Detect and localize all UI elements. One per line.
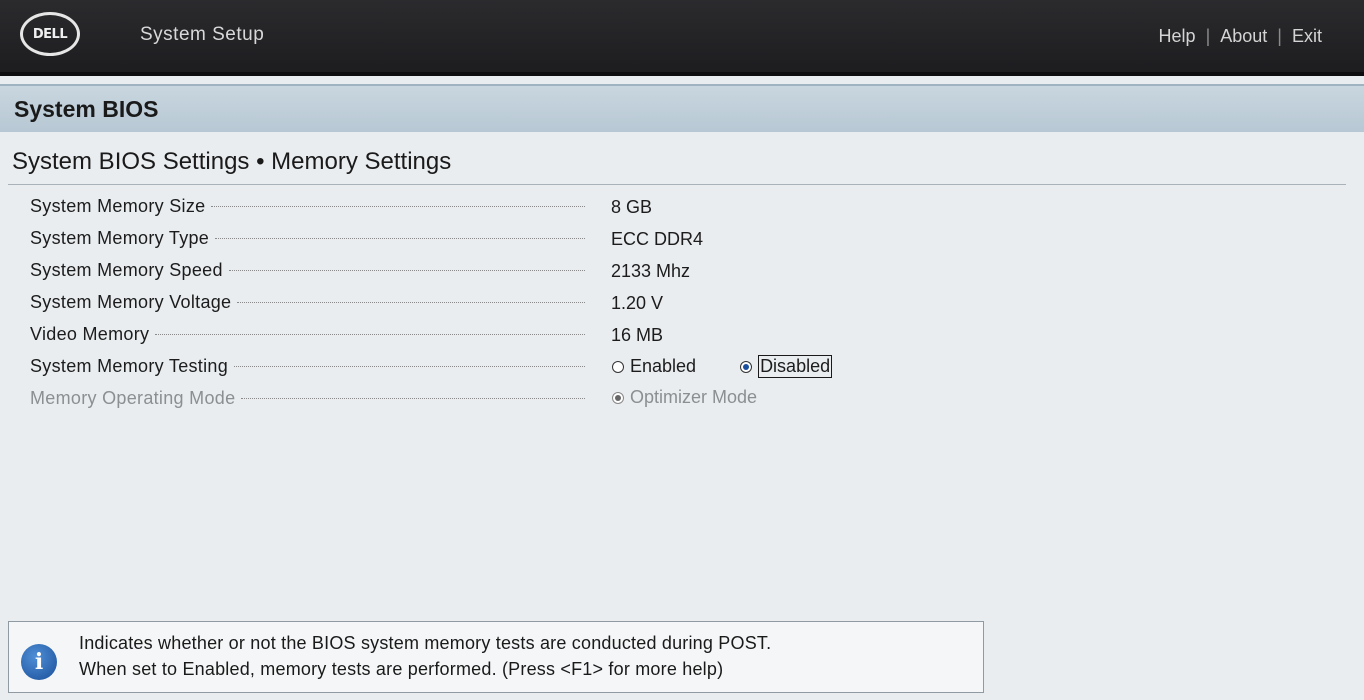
leader-dots bbox=[211, 205, 585, 207]
setting-row-memory-speed: System Memory Speed 2133 Mhz bbox=[30, 257, 930, 289]
help-line-1: Indicates whether or not the BIOS system… bbox=[79, 633, 772, 653]
memory-testing-enabled-option[interactable]: Enabled bbox=[612, 356, 696, 377]
info-icon: i bbox=[21, 644, 57, 680]
help-panel: i Indicates whether or not the BIOS syst… bbox=[8, 621, 984, 693]
leader-dots bbox=[155, 333, 585, 335]
top-links: Help | About | Exit bbox=[1159, 26, 1322, 47]
operating-mode-radio-group: Optimizer Mode bbox=[612, 387, 801, 408]
page-title: System BIOS Settings • Memory Settings bbox=[12, 148, 452, 175]
radio-label: Enabled bbox=[630, 356, 697, 376]
section-header: System BIOS bbox=[0, 84, 1364, 132]
leader-dots bbox=[215, 237, 585, 239]
setting-label: System Memory Type bbox=[30, 228, 210, 248]
setting-row-memory-size: System Memory Size 8 GB bbox=[30, 193, 930, 225]
setting-label: Video Memory bbox=[30, 324, 150, 344]
setting-label: System Memory Testing bbox=[30, 356, 229, 376]
help-text: Indicates whether or not the BIOS system… bbox=[79, 630, 771, 682]
setting-label: System Memory Voltage bbox=[30, 292, 232, 312]
title-divider bbox=[8, 184, 1346, 185]
radio-button-selected bbox=[612, 391, 624, 404]
setting-value: 1.20 V bbox=[611, 293, 664, 313]
setting-row-operating-mode: Memory Operating Mode Optimizer Mode bbox=[30, 385, 930, 417]
settings-list: System Memory Size 8 GB System Memory Ty… bbox=[30, 193, 930, 417]
setting-row-memory-voltage: System Memory Voltage 1.20 V bbox=[30, 289, 930, 321]
setting-row-memory-testing: System Memory Testing Enabled Disabled bbox=[30, 353, 930, 385]
memory-testing-disabled-option[interactable]: Disabled bbox=[740, 355, 833, 378]
exit-link[interactable]: Exit bbox=[1292, 26, 1322, 47]
setting-value: 8 GB bbox=[611, 197, 653, 217]
setting-value: 2133 Mhz bbox=[611, 261, 691, 281]
link-separator: | bbox=[1205, 26, 1211, 46]
section-title: System BIOS bbox=[14, 96, 159, 122]
radio-button-selected[interactable] bbox=[740, 360, 753, 373]
top-bar: DELL System Setup Help | About | Exit bbox=[0, 0, 1364, 76]
leader-dots bbox=[234, 365, 585, 367]
leader-dots bbox=[228, 269, 585, 271]
setting-row-video-memory: Video Memory 16 MB bbox=[30, 321, 930, 353]
help-link[interactable]: Help bbox=[1159, 26, 1196, 47]
setting-label: System Memory Size bbox=[30, 196, 206, 216]
optimizer-mode-option: Optimizer Mode bbox=[612, 387, 757, 408]
help-line-2: When set to Enabled, memory tests are pe… bbox=[79, 659, 724, 679]
about-link[interactable]: About bbox=[1220, 26, 1267, 47]
memory-testing-radio-group: Enabled Disabled bbox=[612, 355, 876, 378]
setting-label: System Memory Speed bbox=[30, 260, 223, 280]
app-title: System Setup bbox=[140, 24, 265, 45]
setting-label: Memory Operating Mode bbox=[30, 388, 236, 408]
leader-dots bbox=[237, 301, 585, 303]
setting-row-memory-type: System Memory Type ECC DDR4 bbox=[30, 225, 930, 257]
setting-value: ECC DDR4 bbox=[611, 229, 704, 249]
radio-label-focused: Disabled bbox=[758, 355, 833, 378]
leader-dots bbox=[241, 397, 585, 399]
radio-label: Optimizer Mode bbox=[630, 387, 758, 407]
link-separator: | bbox=[1277, 26, 1282, 46]
dell-logo: DELL bbox=[20, 12, 80, 56]
radio-button[interactable] bbox=[612, 360, 624, 373]
setting-value: 16 MB bbox=[611, 325, 664, 345]
